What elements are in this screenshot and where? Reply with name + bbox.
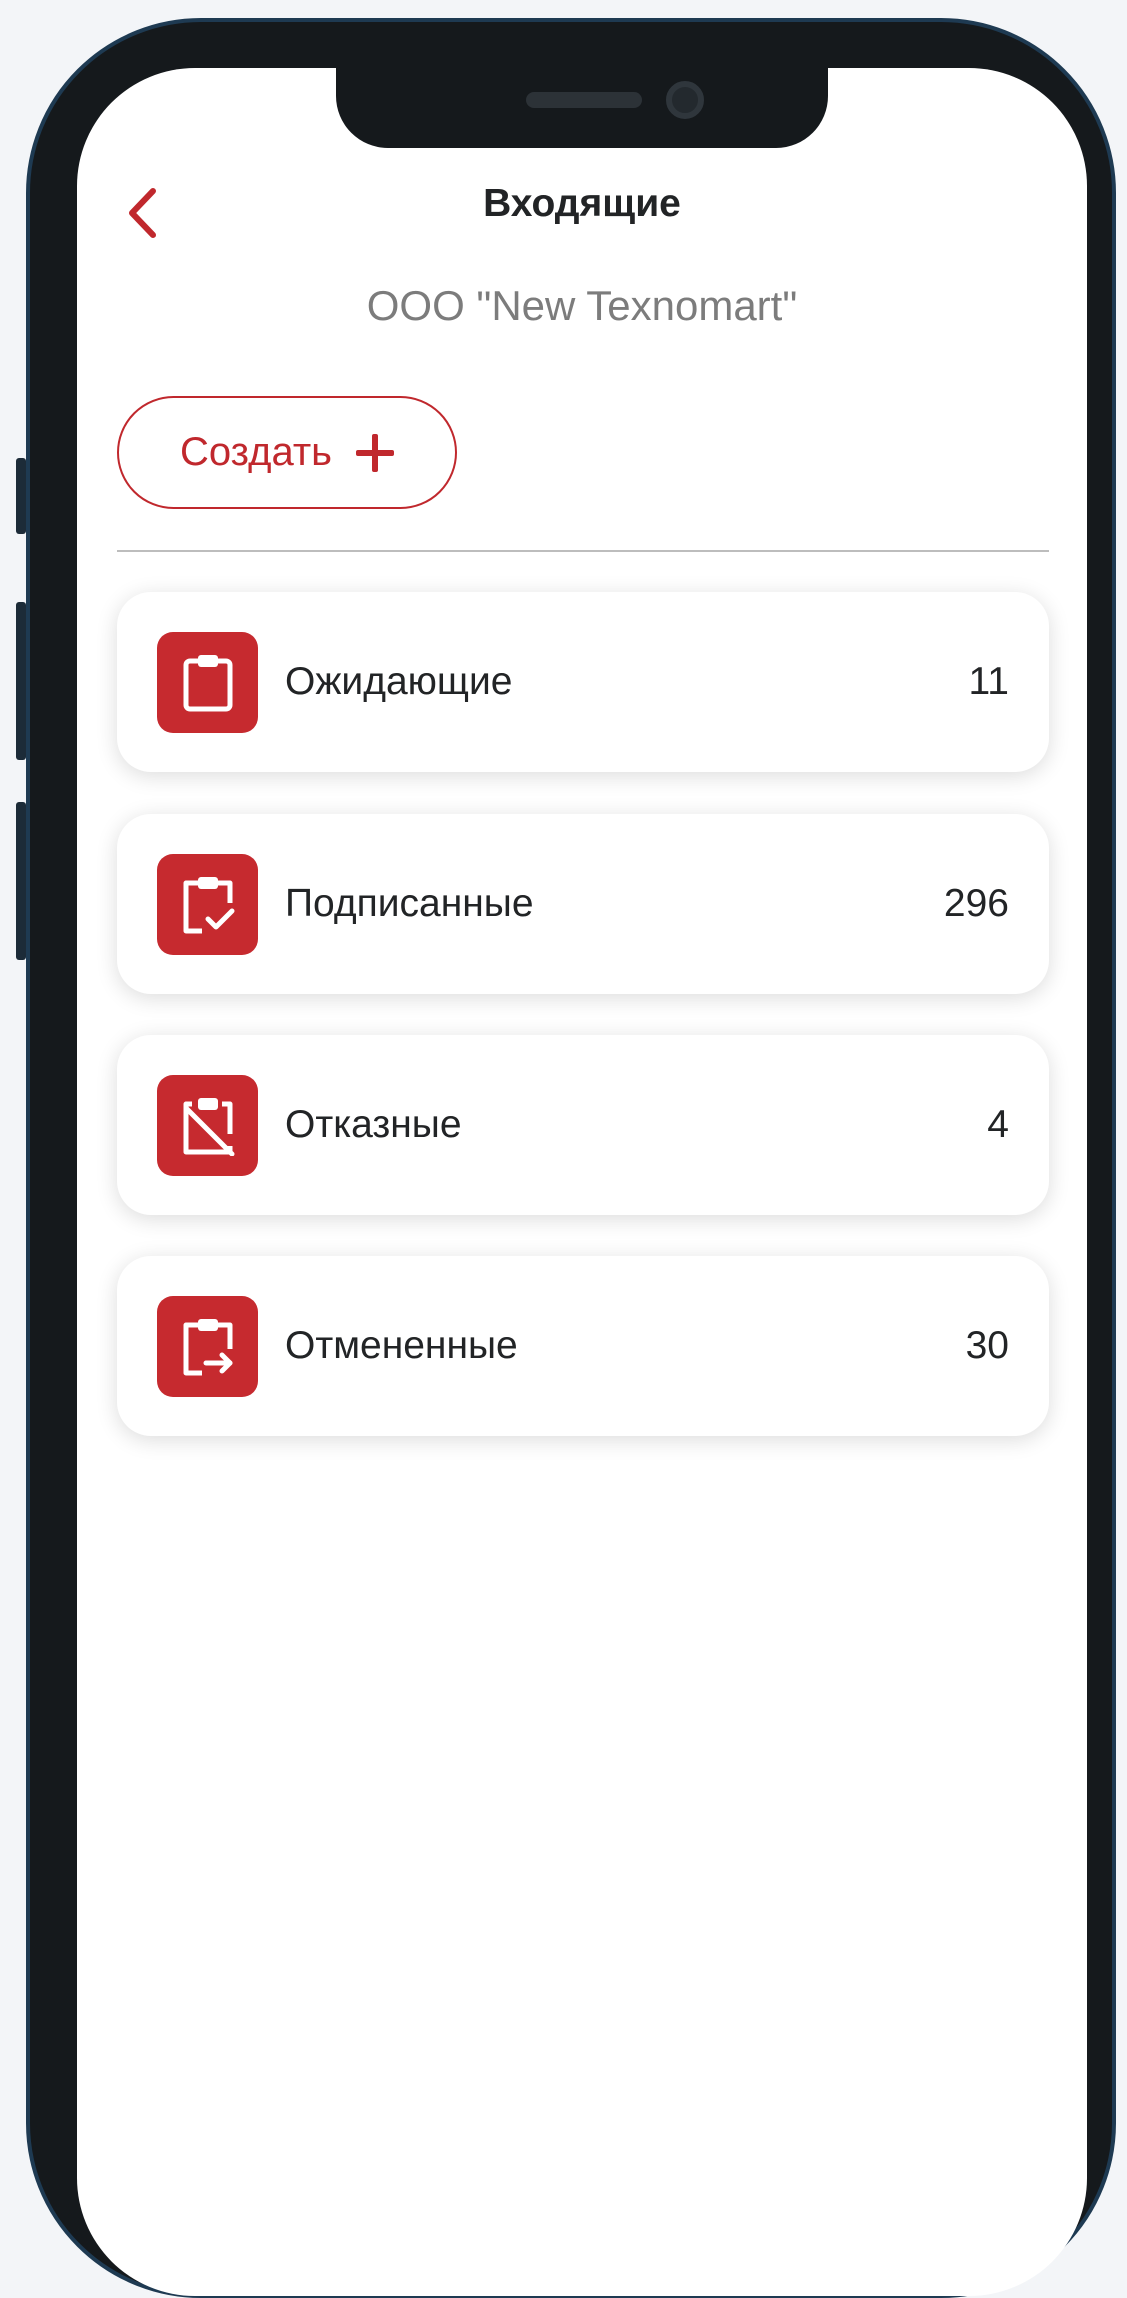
category-count: 296	[943, 882, 1009, 925]
phone-notch	[336, 68, 828, 148]
phone-volume-up	[16, 602, 26, 760]
category-label: Подписанные	[285, 882, 534, 925]
divider	[117, 550, 1049, 552]
phone-mute-switch	[16, 458, 26, 534]
category-count: 4	[987, 1103, 1009, 1146]
clipboard-off-icon	[157, 1074, 258, 1176]
plus-icon	[356, 433, 394, 472]
organization-name: ООО "New Texnomart"	[366, 282, 798, 329]
category-pending[interactable]: Ожидающие 11	[117, 592, 1049, 772]
category-count: 30	[965, 1324, 1009, 1367]
create-button-label: Создать	[179, 430, 332, 474]
category-rejected[interactable]: Отказные 4	[117, 1035, 1049, 1215]
category-label: Отказные	[285, 1103, 462, 1146]
page-title: Входящие	[483, 182, 681, 225]
create-button[interactable]: Создать	[117, 396, 457, 509]
clipboard-check-icon	[157, 853, 258, 955]
category-signed[interactable]: Подписанные 296	[117, 814, 1049, 994]
app-screen: Входящие ООО "New Texnomart" Создать Ожи…	[77, 68, 1087, 2296]
clipboard-export-icon	[157, 1295, 258, 1397]
category-cancelled[interactable]: Отмененные 30	[117, 1256, 1049, 1436]
category-label: Отмененные	[285, 1324, 518, 1367]
phone-volume-down	[16, 802, 26, 960]
category-count: 11	[968, 660, 1010, 703]
category-label: Ожидающие	[285, 660, 513, 703]
speaker-grille	[526, 92, 642, 108]
front-camera	[666, 81, 704, 119]
clipboard-icon	[157, 631, 258, 733]
